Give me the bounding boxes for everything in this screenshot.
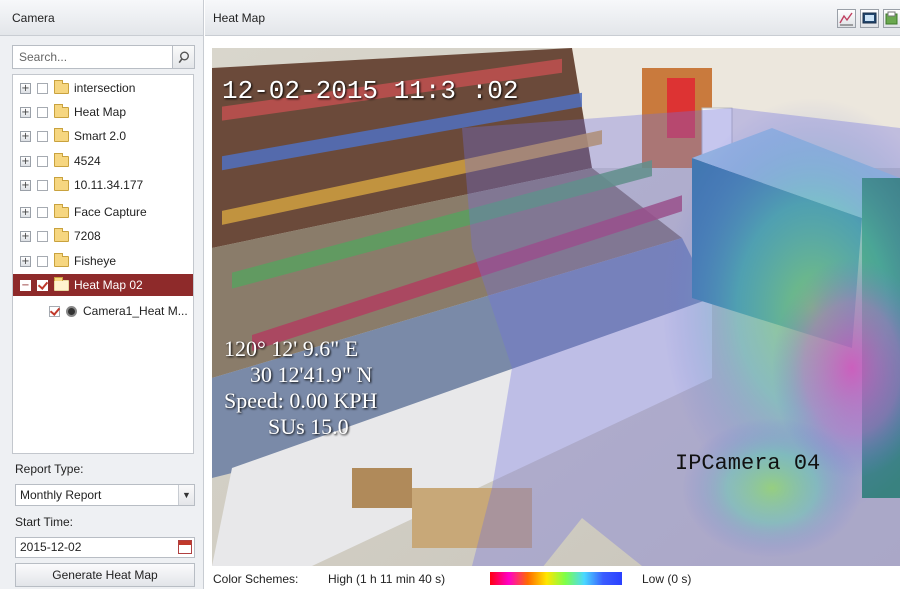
checkbox[interactable]	[37, 179, 48, 191]
expand-icon[interactable]: +	[20, 230, 31, 242]
camera-icon	[66, 305, 77, 317]
osd-line: SUs 15.0	[268, 414, 349, 439]
search-row	[12, 45, 195, 69]
collapse-icon[interactable]: −	[20, 279, 31, 291]
tree-item-label: 10.11.34.177	[74, 178, 144, 192]
tree-item-smart[interactable]: + Smart 2.0	[13, 125, 193, 147]
osd-line: 30 12'41.9" N	[250, 362, 373, 387]
report-type-select[interactable]: Monthly Report ▼	[15, 484, 195, 506]
folder-icon	[54, 203, 69, 218]
report-type-label: Report Type:	[15, 462, 84, 476]
calendar-icon[interactable]	[178, 540, 192, 554]
expand-icon[interactable]: +	[20, 255, 31, 267]
chevron-down-icon[interactable]: ▼	[178, 485, 194, 505]
expand-icon[interactable]: +	[20, 82, 31, 94]
tree-item-label: Smart 2.0	[74, 129, 127, 143]
export-button[interactable]	[883, 9, 900, 28]
search-button[interactable]	[172, 45, 195, 69]
generate-heat-map-button[interactable]: Generate Heat Map	[15, 563, 195, 587]
tree-item-7208[interactable]: + 7208	[13, 225, 193, 247]
legend-high-label: High (1 h 11 min 40 s)	[328, 572, 446, 586]
expand-icon[interactable]: +	[20, 130, 31, 142]
tree-item-label: Fisheye	[74, 254, 117, 268]
search-icon	[178, 51, 189, 63]
osd-line: Speed: 0.00 KPH	[224, 388, 378, 413]
checkbox[interactable]	[37, 130, 48, 142]
tree-item-4524[interactable]: + 4524	[13, 150, 193, 172]
legend-low-label: Low (0 s)	[642, 572, 692, 586]
heat-chart-icon	[839, 12, 853, 26]
folder-icon	[54, 176, 69, 191]
color-gradient-bar	[490, 572, 622, 585]
folder-icon	[54, 227, 69, 242]
tree-item-label: Heat Map 02	[74, 278, 143, 292]
expand-icon[interactable]: +	[20, 206, 31, 218]
video-timestamp: 12-02-2015 11:3 :02	[222, 76, 519, 106]
heat-chart-button[interactable]	[837, 9, 856, 28]
checkbox[interactable]	[37, 82, 48, 94]
tree-item-intersection[interactable]: + intersection	[13, 77, 193, 99]
folder-icon	[54, 103, 69, 118]
folder-icon	[54, 127, 69, 142]
camera-tree: + intersection + Heat Map + Smart 2.0 + …	[12, 74, 194, 454]
search-input[interactable]	[12, 45, 172, 69]
tree-item-label: 4524	[74, 154, 101, 168]
checkbox[interactable]	[37, 230, 48, 242]
folder-icon	[54, 252, 69, 267]
osd-text: 120° 12' 9.6" E 30 12'41.9" N Speed: 0.0…	[224, 336, 377, 440]
start-time-input[interactable]: 2015-12-02	[15, 537, 195, 558]
osd-line: 120° 12' 9.6" E	[224, 336, 359, 361]
store-scene	[212, 48, 900, 566]
tree-item-heat-map-02[interactable]: − Heat Map 02	[13, 274, 193, 296]
tree-item-heat-map[interactable]: + Heat Map	[13, 101, 193, 123]
heat-map-header: Heat Map	[205, 0, 900, 36]
expand-icon[interactable]: +	[20, 155, 31, 167]
folder-icon	[54, 79, 69, 94]
checkbox[interactable]	[37, 106, 48, 118]
folder-icon	[54, 276, 69, 291]
tree-item-camera1[interactable]: Camera1_Heat M...	[13, 300, 193, 322]
expand-icon[interactable]: +	[20, 179, 31, 191]
color-scheme-legend: Color Schemes: High (1 h 11 min 40 s) Lo…	[205, 567, 900, 589]
start-time-label: Start Time:	[15, 515, 74, 529]
tree-item-face-capture[interactable]: + Face Capture	[13, 201, 193, 223]
tree-item-fisheye[interactable]: + Fisheye	[13, 250, 193, 272]
tree-item-label: Face Capture	[74, 205, 147, 219]
display-icon	[862, 12, 877, 24]
camera-panel-title: Camera	[0, 0, 203, 36]
display-button[interactable]	[860, 9, 879, 28]
checkbox[interactable]	[37, 206, 48, 218]
camera-name-overlay: IPCamera 04	[675, 451, 821, 476]
tree-item-label: 7208	[74, 229, 101, 243]
checkbox[interactable]	[37, 155, 48, 167]
heat-map-video[interactable]: 12-02-2015 11:3 :02 120° 12' 9.6" E 30 1…	[212, 48, 900, 566]
export-icon	[885, 11, 898, 25]
color-schemes-label: Color Schemes:	[213, 572, 299, 586]
tree-item-label: Camera1_Heat M...	[83, 304, 188, 318]
tree-item-ip[interactable]: + 10.11.34.177	[13, 174, 193, 196]
start-time-value: 2015-12-02	[20, 540, 82, 554]
checkbox[interactable]	[37, 279, 48, 291]
checkbox[interactable]	[49, 305, 60, 317]
folder-icon	[54, 152, 69, 167]
camera-panel: Camera + intersection + Heat Map + Smar	[0, 0, 204, 589]
expand-icon[interactable]: +	[20, 106, 31, 118]
report-type-value: Monthly Report	[20, 488, 102, 502]
heat-map-title: Heat Map	[213, 11, 266, 25]
checkbox[interactable]	[37, 255, 48, 267]
tree-item-label: Heat Map	[74, 105, 127, 119]
tree-item-label: intersection	[74, 81, 136, 95]
